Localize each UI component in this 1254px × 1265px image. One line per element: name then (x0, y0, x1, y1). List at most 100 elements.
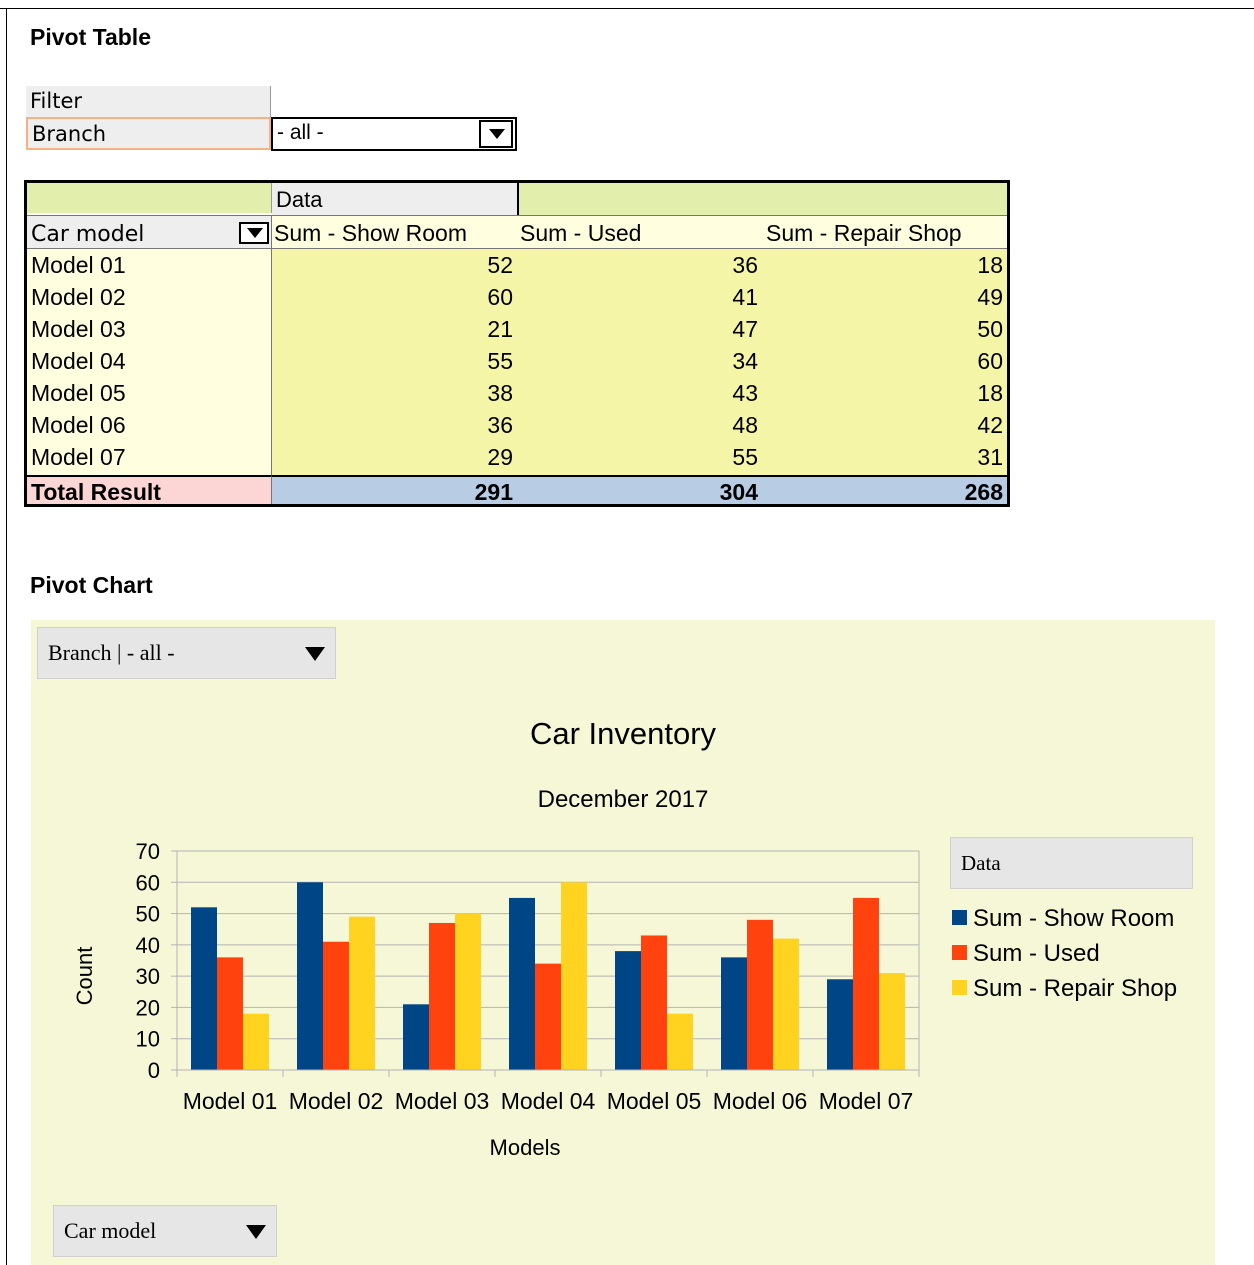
branch-filter-value: - all - (277, 121, 324, 144)
cell-value: 31 (977, 444, 1003, 470)
pivot-chart[interactable]: 0 10 20 30 40 50 60 70 Model 01 Model 02 Model 03 M… (31, 620, 1215, 1265)
car-model-button-label: Car model (64, 1218, 157, 1243)
car-model-field-button[interactable]: Car model (53, 1205, 277, 1257)
x-tick-label: Model 05 (607, 1088, 702, 1114)
column-header: Sum - Show Room (274, 220, 468, 246)
cell-value: 60 (487, 284, 513, 310)
data-field-header[interactable]: Data (272, 183, 517, 215)
total-result-label: Total Result (27, 475, 272, 505)
pivot-chart-title: Pivot Chart (30, 572, 153, 598)
cell-value: 55 (732, 444, 758, 470)
bar (879, 973, 905, 1070)
legend-entry: Sum - Show Room (973, 905, 1174, 932)
total-value: 268 (964, 479, 1003, 505)
column-header: Sum - Repair Shop (766, 220, 962, 246)
bar (349, 916, 375, 1070)
cell-value: 47 (732, 316, 758, 342)
table-row: 38 43 18 (272, 377, 1007, 409)
legend-data-button[interactable]: Data (950, 837, 1193, 889)
column-headers: Sum - Show Room Sum - Used Sum - Repair … (272, 215, 1007, 249)
total-value: 291 (474, 479, 513, 505)
pivot-table-title: Pivot Table (30, 24, 151, 50)
bar (773, 938, 799, 1070)
filter-label: Filter (26, 86, 271, 118)
row-label: Model 01 (31, 252, 126, 278)
branch-filter-dropdown[interactable]: - all - (271, 117, 517, 151)
cell-value: 18 (977, 252, 1003, 278)
pivot-table: Data Car model Sum - Show Room Sum - Use… (24, 180, 1010, 507)
x-tick-label: Model 02 (289, 1088, 384, 1114)
cell-value: 29 (487, 444, 513, 470)
table-row: Model 01 (27, 249, 271, 281)
cell-value: 55 (487, 348, 513, 374)
x-axis-label: Models (490, 1135, 561, 1160)
cell-value: 42 (977, 412, 1003, 438)
table-row: 55 34 60 (272, 345, 1007, 377)
bar (641, 935, 667, 1070)
table-row: 60 41 49 (272, 281, 1007, 313)
dropdown-arrow-icon[interactable] (479, 120, 513, 148)
bar (243, 1013, 269, 1070)
row-label: Model 06 (31, 412, 126, 438)
x-tick-label: Model 07 (819, 1088, 914, 1114)
y-tick-label: 0 (148, 1058, 160, 1083)
bar (853, 897, 879, 1070)
cell-value: 36 (487, 412, 513, 438)
y-tick-label: 60 (136, 870, 160, 895)
cell-value: 43 (732, 380, 758, 406)
cell-value: 38 (487, 380, 513, 406)
row-label: Model 05 (31, 380, 126, 406)
bar (667, 1013, 693, 1070)
car-model-row-field[interactable]: Car model (27, 215, 272, 249)
row-label: Model 07 (31, 444, 126, 470)
pivot-header-fill (517, 183, 1007, 215)
bar (509, 897, 535, 1070)
cell-value: 18 (977, 380, 1003, 406)
cell-value: 41 (732, 284, 758, 310)
legend: Sum - Show Room Sum - Used Sum - Repair Sh… (952, 905, 1177, 1002)
bar (297, 882, 323, 1070)
table-row: 21 47 50 (272, 313, 1007, 345)
cell-value: 34 (732, 348, 758, 374)
y-tick-label: 30 (136, 964, 160, 989)
cell-value: 50 (977, 316, 1003, 342)
x-tick-label: Model 04 (501, 1088, 596, 1114)
y-tick-label: 50 (136, 902, 160, 927)
bar (323, 941, 349, 1070)
car-model-label: Car model (31, 222, 145, 247)
bar-chart: 010203040506070Model 01 Model 02 Model 03 M… (72, 716, 1177, 1160)
table-row: Model 04 (27, 345, 271, 377)
bar (403, 1004, 429, 1070)
y-tick-label: 40 (136, 933, 160, 958)
x-tick-label: Model 03 (395, 1088, 490, 1114)
bar (827, 979, 853, 1070)
dropdown-arrow-icon[interactable] (305, 647, 325, 661)
bar (535, 963, 561, 1070)
pivot-corner (27, 183, 272, 213)
table-row: Model 07 (27, 441, 271, 473)
table-row: 52 36 18 (272, 249, 1007, 281)
cell-value: 49 (977, 284, 1003, 310)
row-labels: Model 01 Model 02 Model 03 Model 04 Mode… (27, 249, 272, 475)
bar (747, 919, 773, 1070)
table-row: Model 02 (27, 281, 271, 313)
sheet-border-left (6, 8, 7, 1265)
total-value: 304 (719, 479, 758, 505)
branch-filter-field[interactable]: Branch (26, 117, 271, 150)
values-area: 52 36 18 60 41 49 21 47 50 55 34 60 38 4… (272, 249, 1007, 475)
branch-filter-button[interactable]: Branch | - all - (37, 627, 336, 679)
table-row: Model 03 (27, 313, 271, 345)
chart-title: Car Inventory (530, 716, 717, 751)
legend-swatch (952, 945, 967, 960)
legend-swatch (952, 980, 967, 995)
y-tick-label: 70 (136, 839, 160, 864)
y-tick-label: 20 (136, 995, 160, 1020)
dropdown-arrow-icon[interactable] (246, 1225, 266, 1239)
table-row: Model 05 (27, 377, 271, 409)
bar (455, 913, 481, 1070)
legend-entry: Sum - Used (973, 940, 1100, 967)
dropdown-arrow-icon[interactable] (239, 222, 269, 244)
legend-entry: Sum - Repair Shop (973, 975, 1177, 1002)
total-result-values: 291 304 268 (272, 475, 1007, 505)
table-row: 36 48 42 (272, 409, 1007, 441)
